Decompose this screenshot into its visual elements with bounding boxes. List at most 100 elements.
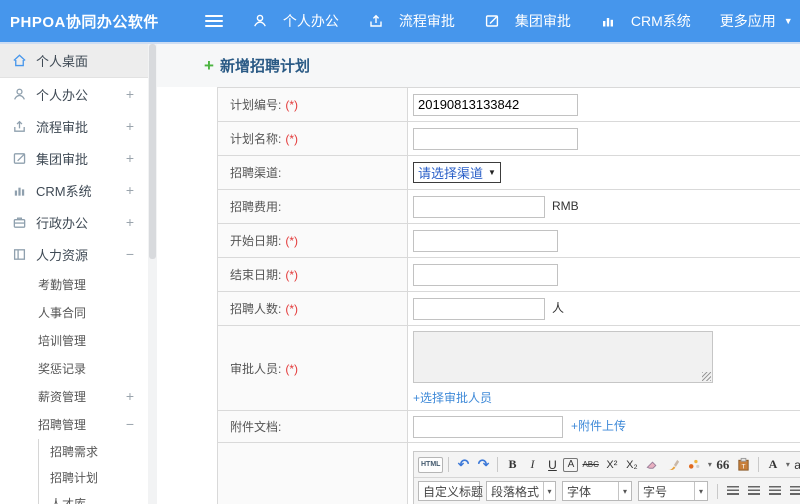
nav-item-crm[interactable]: CRM系统 xyxy=(600,11,691,31)
align-left-button[interactable] xyxy=(723,482,742,500)
nav-item-workflow-approval[interactable]: 流程审批 xyxy=(368,11,455,31)
sidebar-item-talent-pool[interactable]: 人才库 xyxy=(0,490,148,504)
paint-format-button[interactable] xyxy=(685,455,704,474)
sidebar-item-salary[interactable]: 薪资管理 + xyxy=(0,382,148,410)
main-content: + 新增招聘计划 计划编号:(*) 计划名称:(*) xyxy=(157,44,800,504)
expand-toggle[interactable]: + xyxy=(126,86,134,102)
sidebar-item-label: 考勤管理 xyxy=(38,277,87,292)
superscript-button[interactable]: X² xyxy=(603,455,621,474)
sidebar-item-crm[interactable]: CRM系统 + xyxy=(0,174,148,206)
font-color-button[interactable]: A xyxy=(764,455,782,474)
sidebar-item-reward-punishment[interactable]: 奖惩记录 xyxy=(0,354,148,382)
expand-toggle[interactable]: + xyxy=(126,150,134,166)
chevron-down-icon[interactable]: ▾ xyxy=(708,460,712,469)
sidebar-item-label: 培训管理 xyxy=(38,333,87,348)
plan-name-input[interactable] xyxy=(413,127,578,150)
toolbar-divider xyxy=(448,457,450,472)
sidebar-scrollbar[interactable] xyxy=(148,44,157,504)
editor-toolbar-row1: HTML ↶ ↷ B I U A ABC X² X₂ ▾ 66 T A ▾ a xyxy=(414,452,800,478)
font-size-select[interactable]: 字号 ▾ xyxy=(638,481,708,501)
headcount-input[interactable] xyxy=(413,297,545,320)
start-date-input[interactable] xyxy=(413,229,558,252)
end-date-input[interactable] xyxy=(413,263,558,286)
italic-button[interactable]: I xyxy=(523,455,541,474)
expand-toggle[interactable]: + xyxy=(126,118,134,134)
eraser-button[interactable] xyxy=(643,455,662,474)
channel-select-value: 请选择渠道 xyxy=(418,166,484,181)
sidebar-item-label: 流程审批 xyxy=(36,119,89,135)
align-center-button[interactable] xyxy=(744,482,763,500)
required-mark: (*) xyxy=(285,234,299,248)
rich-text-editor: HTML ↶ ↷ B I U A ABC X² X₂ ▾ 66 T A ▾ a … xyxy=(413,451,800,504)
sidebar-item-hr[interactable]: 人力资源 − xyxy=(0,238,148,270)
nav-item-personal-office[interactable]: 个人办公 xyxy=(252,11,339,31)
resize-handle-icon[interactable] xyxy=(702,372,711,381)
nav-item-group-approval[interactable]: 集团审批 xyxy=(484,11,571,31)
paste-button[interactable]: T xyxy=(734,455,753,474)
html-source-button[interactable]: HTML xyxy=(418,456,444,473)
heading-select[interactable]: 自定义标题 ▾ xyxy=(418,481,492,501)
font-family-select[interactable]: 字体 ▾ xyxy=(562,481,632,501)
approver-textarea[interactable] xyxy=(413,331,713,383)
required-mark: (*) xyxy=(285,302,299,316)
form-row-fee: 招聘费用: RMB xyxy=(217,189,800,224)
sidebar-item-recruitment[interactable]: 招聘管理 − xyxy=(0,410,148,438)
sidebar-item-workflow-approval[interactable]: 流程审批 + xyxy=(0,110,148,142)
sidebar-item-personal-desktop[interactable]: 个人桌面 xyxy=(0,44,148,78)
sidebar-item-admin-office[interactable]: 行政办公 + xyxy=(0,206,148,238)
nav-item-label: 个人办公 xyxy=(282,13,339,29)
format-brush-button[interactable] xyxy=(664,455,683,474)
sidebar-item-group-approval[interactable]: 集团审批 + xyxy=(0,142,148,174)
blockquote-button[interactable]: 66 xyxy=(714,455,732,474)
expand-toggle[interactable]: + xyxy=(126,388,134,404)
plan-no-label: 计划编号: xyxy=(230,98,282,112)
sidebar-item-label: 人事合同 xyxy=(38,305,87,320)
paragraph-select-value: 段落格式 xyxy=(491,484,540,499)
choose-approver-link[interactable]: +选择审批人员 xyxy=(413,389,800,406)
strikethrough-button[interactable]: ABC xyxy=(580,455,600,474)
align-right-button[interactable] xyxy=(765,482,784,500)
expand-toggle[interactable]: + xyxy=(126,214,134,230)
sidebar-item-personal-office[interactable]: 个人办公 + xyxy=(0,78,148,110)
scrollbar-thumb[interactable] xyxy=(149,44,156,259)
sidebar-item-recruit-demand[interactable]: 招聘需求 xyxy=(0,438,148,464)
sidebar-item-recruit-plan[interactable]: 招聘计划 xyxy=(0,464,148,490)
nav-item-label: 更多应用 xyxy=(719,13,776,29)
hamburger-menu-icon[interactable] xyxy=(204,15,223,27)
align-center-icon xyxy=(747,486,760,496)
expand-toggle[interactable]: − xyxy=(126,416,134,432)
redo-button[interactable]: ↷ xyxy=(474,455,492,474)
edit-icon xyxy=(484,13,500,29)
subscript-button[interactable]: X₂ xyxy=(623,455,641,474)
undo-button[interactable]: ↶ xyxy=(454,455,472,474)
plan-no-input[interactable] xyxy=(413,93,578,116)
fee-input[interactable] xyxy=(413,195,545,218)
bar-chart-icon xyxy=(12,183,27,198)
sidebar-item-label: 奖惩记录 xyxy=(38,361,87,376)
sidebar-item-hr-contract[interactable]: 人事合同 xyxy=(0,298,148,326)
app-window: PHPOA协同办公软件 个人办公 流程审批 集团审批 CRM系统 更多应用 ▼ … xyxy=(0,0,800,504)
bold-button[interactable]: B xyxy=(503,455,521,474)
highlight-color-button[interactable]: ab xyxy=(792,455,800,474)
sidebar-item-label: 集团审批 xyxy=(36,151,89,167)
font-border-button[interactable]: A xyxy=(563,457,579,472)
form-row-approver: 审批人员: (*) +选择审批人员 xyxy=(217,325,800,411)
underline-button[interactable]: U xyxy=(543,455,561,474)
attachment-upload-link[interactable]: +附件上传 xyxy=(571,419,626,433)
page-title: 新增招聘计划 xyxy=(219,58,310,75)
channel-select[interactable]: 请选择渠道 ▼ xyxy=(413,162,501,183)
align-justify-button[interactable] xyxy=(786,482,800,500)
required-mark: (*) xyxy=(285,98,299,112)
end-date-label: 结束日期: xyxy=(230,268,282,282)
home-icon xyxy=(12,53,27,68)
channel-label: 招聘渠道: xyxy=(230,166,282,180)
sidebar-item-attendance[interactable]: 考勤管理 xyxy=(0,270,148,298)
expand-toggle[interactable]: − xyxy=(126,246,134,262)
attachment-input[interactable] xyxy=(413,415,563,438)
nav-item-more-apps[interactable]: 更多应用 ▼ xyxy=(720,11,793,31)
paragraph-format-select[interactable]: 段落格式 ▾ xyxy=(486,481,556,501)
expand-toggle[interactable]: + xyxy=(126,182,134,198)
sidebar-item-training[interactable]: 培训管理 xyxy=(0,326,148,354)
briefcase-icon xyxy=(12,215,27,230)
chevron-down-icon[interactable]: ▾ xyxy=(786,460,790,469)
